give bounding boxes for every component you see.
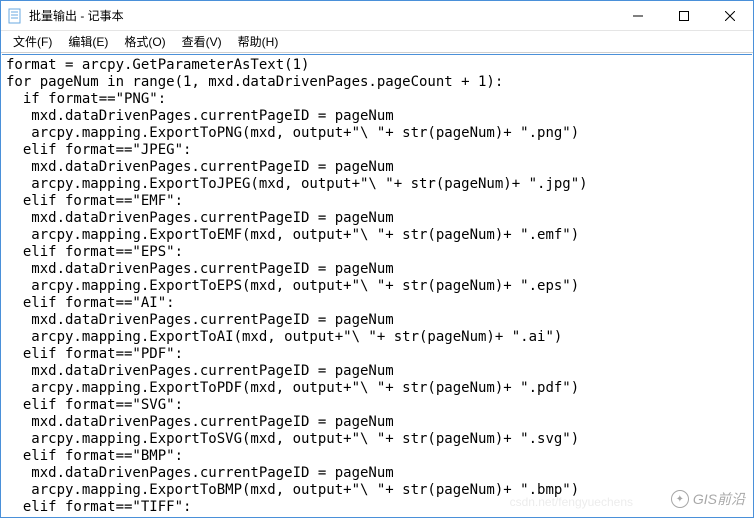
menubar: 文件(F) 编辑(E) 格式(O) 查看(V) 帮助(H): [1, 31, 753, 53]
window-title: 批量输出 - 记事本: [29, 7, 615, 24]
menu-edit[interactable]: 编辑(E): [60, 31, 116, 52]
menu-format[interactable]: 格式(O): [116, 31, 173, 52]
text-editor[interactable]: format = arcpy.GetParameterAsText(1) for…: [2, 55, 752, 516]
wechat-icon: ✦: [671, 490, 689, 508]
watermark-text: GIS前沿: [693, 489, 745, 509]
minimize-button[interactable]: [615, 1, 661, 31]
watermark-faint: csdn.net/fengyuechens: [510, 495, 633, 509]
maximize-button[interactable]: [661, 1, 707, 31]
notepad-icon: [7, 8, 23, 24]
menu-help[interactable]: 帮助(H): [230, 31, 287, 52]
watermark: ✦ GIS前沿: [671, 489, 745, 509]
window-controls: [615, 1, 753, 30]
editor-container: format = arcpy.GetParameterAsText(1) for…: [2, 54, 752, 516]
menu-file[interactable]: 文件(F): [5, 31, 60, 52]
titlebar: 批量输出 - 记事本: [1, 1, 753, 31]
menu-view[interactable]: 查看(V): [174, 31, 230, 52]
close-button[interactable]: [707, 1, 753, 31]
